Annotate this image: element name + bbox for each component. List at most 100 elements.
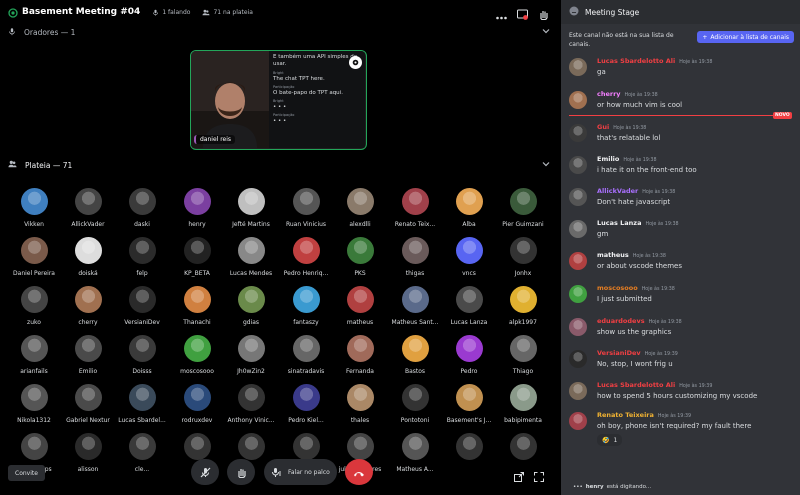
audience-member[interactable]: Pedro Kiel... <box>276 384 336 425</box>
audience-member[interactable]: Pier Guimzani <box>493 188 553 229</box>
audience-member[interactable]: fantaszy <box>276 286 336 327</box>
audience-member-name: Thanachi <box>183 319 211 326</box>
audience-member[interactable]: Basement's J... <box>439 384 499 425</box>
audience-member[interactable]: Pedro <box>439 335 499 376</box>
audience-member[interactable]: Anthony Vinic... <box>221 384 281 425</box>
avatar[interactable] <box>569 58 587 76</box>
avatar[interactable] <box>569 91 587 109</box>
avatar[interactable] <box>569 412 587 430</box>
audience-member[interactable]: Daniel Pereira <box>4 237 64 278</box>
audience-member[interactable]: alpk1997 <box>493 286 553 327</box>
audience-member[interactable]: moscosooo <box>167 335 227 376</box>
message-author[interactable]: matheus <box>597 251 629 259</box>
message-author[interactable]: Lucas Sbardelotto Ali <box>597 381 675 389</box>
audience-member[interactable]: Thiago <box>493 335 553 376</box>
audience-member[interactable]: sinatradavis <box>276 335 336 376</box>
message-author[interactable]: moscosooo <box>597 284 638 292</box>
audience-member[interactable]: zuko <box>4 286 64 327</box>
audience-member[interactable]: henry <box>167 188 227 229</box>
chevron-down-icon[interactable] <box>542 27 550 36</box>
popout-icon[interactable] <box>514 467 524 486</box>
message-text: that's relatable lol <box>597 134 661 142</box>
message-author[interactable]: Renato Teixeira <box>597 411 654 419</box>
audience-member[interactable]: Lucas Sbardel... <box>112 384 172 425</box>
avatar <box>183 286 211 313</box>
avatar[interactable] <box>569 285 587 303</box>
audience-member[interactable]: Lucas Mendes <box>221 237 281 278</box>
audience-member-name: cherry <box>78 319 98 326</box>
speakers-section-header[interactable]: Oradores — 1 <box>8 24 550 40</box>
audience-member[interactable]: KP_BETA <box>167 237 227 278</box>
audience-member[interactable]: felp <box>112 237 172 278</box>
audience-member[interactable]: Doisss <box>112 335 172 376</box>
message-author[interactable]: Lucas Sbardelotto Ali <box>597 57 675 65</box>
hangup-icon <box>353 463 365 482</box>
message-author[interactable]: eduardodevs <box>597 317 645 325</box>
audience-member[interactable]: rodruxdev <box>167 384 227 425</box>
message-author[interactable]: Gui <box>597 123 609 131</box>
audience-member[interactable]: Alba <box>439 188 499 229</box>
chevron-down-icon[interactable] <box>542 160 550 169</box>
audience-member[interactable]: Renato Teix... <box>385 188 445 229</box>
avatar <box>183 335 211 362</box>
audience-member[interactable]: Fernanda <box>330 335 390 376</box>
audience-member[interactable]: Emilio <box>58 335 118 376</box>
avatar[interactable] <box>569 252 587 270</box>
avatar[interactable] <box>569 188 587 206</box>
audience-member[interactable]: Thanachi <box>167 286 227 327</box>
message-author[interactable]: VersianiDev <box>597 349 641 357</box>
audience-member[interactable]: Nikola1312 <box>4 384 64 425</box>
audience-member[interactable]: Matheus Sant... <box>385 286 445 327</box>
avatar[interactable] <box>569 318 587 336</box>
message-reaction[interactable]: 🤣 1 <box>597 434 623 446</box>
mute-button[interactable] <box>191 459 219 485</box>
avatar[interactable] <box>569 220 587 238</box>
audience-member[interactable]: Pedro Henriq... <box>276 237 336 278</box>
avatar[interactable] <box>569 156 587 174</box>
audience-member[interactable]: daski <box>112 188 172 229</box>
audience-member[interactable]: matheus <box>330 286 390 327</box>
message-author[interactable]: cherry <box>597 90 621 98</box>
avatar[interactable] <box>569 350 587 368</box>
audience-member[interactable]: Lucas Lanza <box>439 286 499 327</box>
leave-stage-button[interactable] <box>345 459 373 485</box>
avatar <box>292 433 320 460</box>
audience-member[interactable]: thales <box>330 384 390 425</box>
audience-member[interactable]: Ruan Vinicius <box>276 188 336 229</box>
audience-member[interactable]: PKS <box>330 237 390 278</box>
audience-member[interactable]: babipimenta <box>493 384 553 425</box>
message-timestamp: Hoje às 19:38 <box>624 93 658 98</box>
raise-hand-button[interactable] <box>227 459 255 485</box>
audience-member[interactable]: Gabriel Nextur <box>58 384 118 425</box>
audience-member[interactable]: thigas <box>385 237 445 278</box>
more-icon[interactable] <box>496 5 507 24</box>
avatar[interactable] <box>569 124 587 142</box>
fullscreen-icon[interactable] <box>534 467 544 486</box>
audience-member[interactable]: Vikken <box>4 188 64 229</box>
audience-member[interactable]: Bastos <box>385 335 445 376</box>
message-author[interactable]: Lucas Lanza <box>597 219 641 227</box>
speaker-video-tile[interactable]: daniel reis E também uma API simples de … <box>190 50 367 150</box>
audience-member[interactable]: arianfails <box>4 335 64 376</box>
audience-member[interactable]: VersianiDev <box>112 286 172 327</box>
audience-member[interactable]: alexdlli <box>330 188 390 229</box>
audience-member[interactable]: Pontotoni <box>385 384 445 425</box>
audience-member[interactable]: Jonhx <box>493 237 553 278</box>
avatar <box>455 433 483 460</box>
avatar[interactable] <box>569 382 587 400</box>
message-author[interactable]: AllickVader <box>597 187 638 195</box>
audience-member[interactable]: doiská <box>58 237 118 278</box>
audience-member[interactable]: AllickVader <box>58 188 118 229</box>
message-author[interactable]: Emilio <box>597 155 619 163</box>
audience-section-header[interactable]: Plateia — 71 <box>8 157 550 173</box>
raise-hand-icon[interactable] <box>538 5 549 24</box>
audience-member[interactable]: cherry <box>58 286 118 327</box>
add-to-channel-list-button[interactable]: + Adicionar à lista de canais <box>697 31 794 43</box>
audience-member[interactable]: Jefté Martins <box>221 188 281 229</box>
stream-preview-icon[interactable] <box>517 5 528 24</box>
request-to-speak-button[interactable]: Falar no palco <box>264 459 337 485</box>
audience-member[interactable]: vncs <box>439 237 499 278</box>
audience-member[interactable]: gdias <box>221 286 281 327</box>
message-text: oh boy, phone isn't required? my fault t… <box>597 422 752 430</box>
audience-member[interactable]: Jh0wZin2 <box>221 335 281 376</box>
